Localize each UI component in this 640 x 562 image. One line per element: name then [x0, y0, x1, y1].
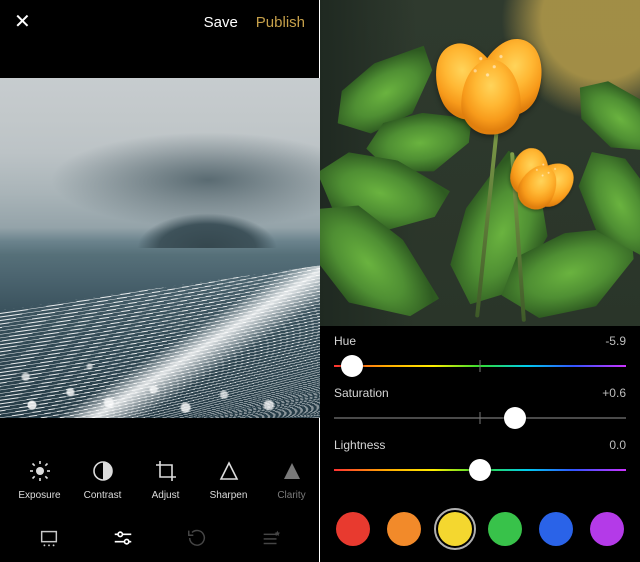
saturation-slider-row: Saturation +0.6 — [320, 378, 640, 430]
slider-thumb[interactable] — [341, 355, 363, 377]
header-actions: Save Publish — [204, 14, 305, 31]
photo-preview[interactable] — [0, 78, 320, 418]
swatch-yellow[interactable] — [438, 512, 472, 546]
slider-value: -5.9 — [605, 334, 626, 348]
slider-value: +0.6 — [602, 386, 626, 400]
saturation-slider[interactable] — [334, 406, 626, 430]
tool-label: Contrast — [84, 490, 122, 501]
slider-thumb[interactable] — [504, 407, 526, 429]
sliders-tab[interactable] — [86, 527, 160, 549]
tool-exposure[interactable]: Exposure — [8, 448, 71, 510]
photo-preview[interactable] — [320, 0, 640, 326]
contrast-icon — [90, 458, 116, 484]
color-controls: Hue -5.9 Saturation +0.6 Lightness — [320, 326, 640, 562]
exposure-icon — [27, 458, 53, 484]
swatch-green[interactable] — [488, 512, 522, 546]
filters-tab[interactable] — [12, 527, 86, 549]
slider-label: Lightness — [334, 438, 385, 452]
tool-label: Clarity — [277, 490, 305, 501]
swatch-purple[interactable] — [590, 512, 624, 546]
history-tab[interactable] — [160, 527, 234, 549]
save-button[interactable]: Save — [204, 14, 238, 31]
slider-value: 0.0 — [609, 438, 626, 452]
presets-tab[interactable] — [234, 527, 308, 549]
tool-label: Adjust — [152, 490, 180, 501]
close-button[interactable]: ✕ — [14, 12, 31, 32]
tool-clarity[interactable]: Clarity — [260, 448, 323, 510]
clarity-icon — [279, 458, 305, 484]
slider-label: Saturation — [334, 386, 389, 400]
editor-header: ✕ Save Publish — [0, 0, 319, 44]
lightness-slider-row: Lightness 0.0 — [320, 430, 640, 482]
tool-sharpen[interactable]: Sharpen — [197, 448, 260, 510]
tool-contrast[interactable]: Contrast — [71, 448, 134, 510]
hue-slider[interactable] — [334, 354, 626, 378]
tool-label: Sharpen — [210, 490, 248, 501]
tool-adjust[interactable]: Adjust — [134, 448, 197, 510]
bottom-bar — [0, 514, 320, 562]
hue-slider-row: Hue -5.9 — [320, 326, 640, 378]
swatch-red[interactable] — [336, 512, 370, 546]
slider-label: Hue — [334, 334, 356, 348]
slider-thumb[interactable] — [469, 459, 491, 481]
swatch-blue[interactable] — [539, 512, 573, 546]
lightness-slider[interactable] — [334, 458, 626, 482]
swatch-orange[interactable] — [387, 512, 421, 546]
tool-strip: Exposure Contrast Adjust — [0, 448, 320, 510]
publish-button[interactable]: Publish — [256, 14, 305, 31]
tool-label: Exposure — [18, 490, 60, 501]
color-swatches — [320, 504, 640, 554]
left-pane: ✕ Save Publish Exposure — [0, 0, 320, 562]
sharpen-icon — [216, 458, 242, 484]
crop-icon — [153, 458, 179, 484]
right-pane: Hue -5.9 Saturation +0.6 Lightness — [320, 0, 640, 562]
